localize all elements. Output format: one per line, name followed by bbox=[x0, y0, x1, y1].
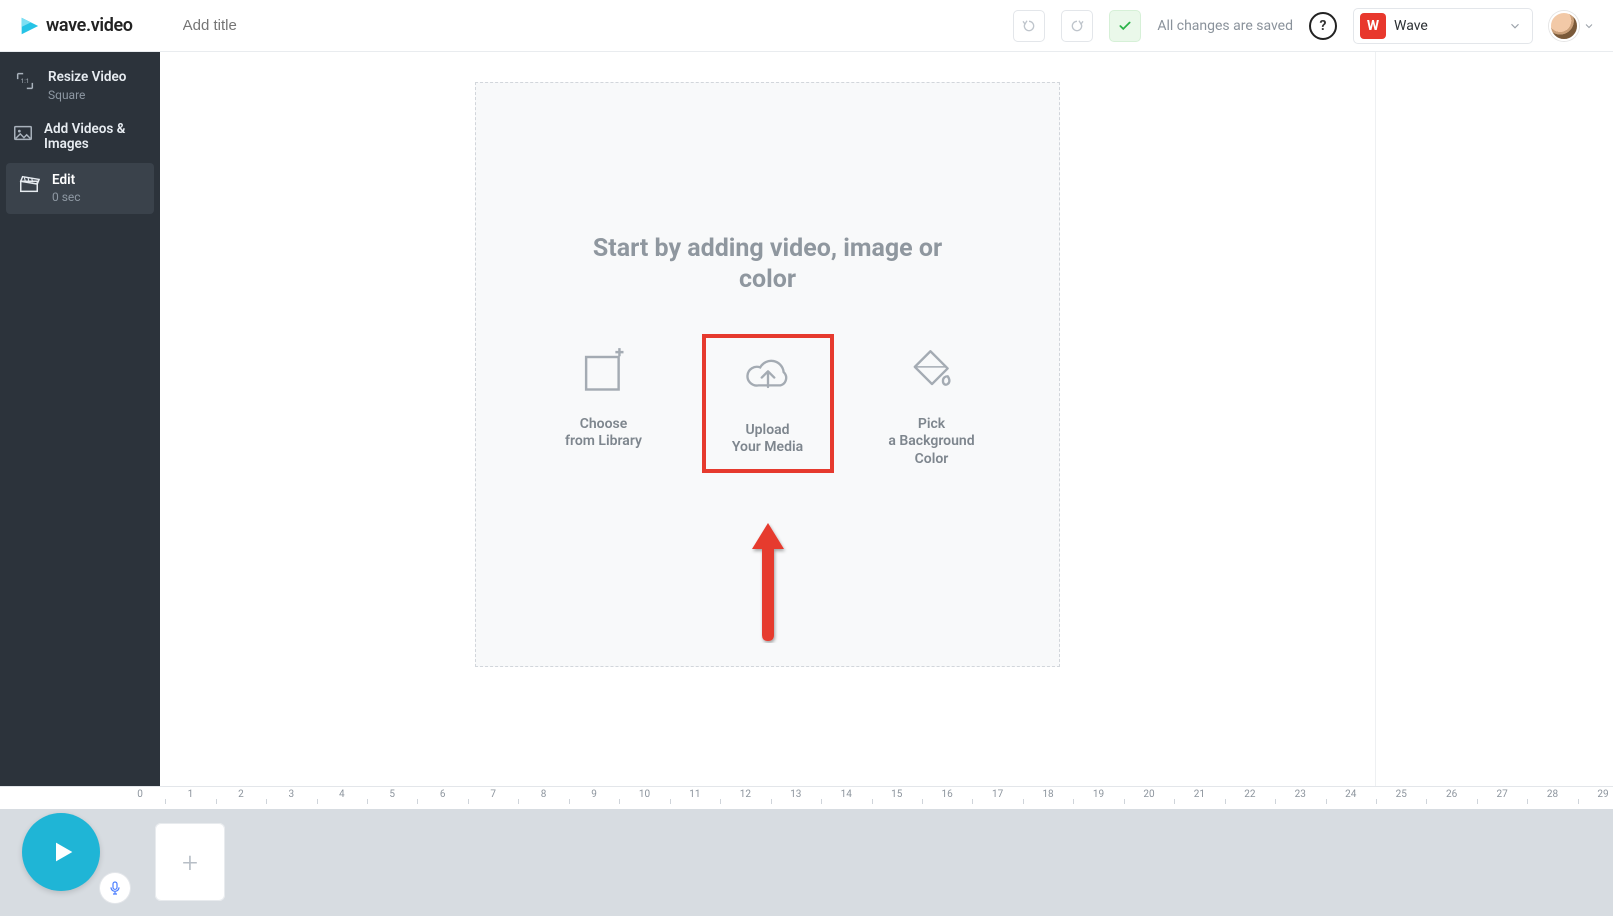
ruler-tick: 15 bbox=[891, 789, 902, 800]
undo-icon bbox=[1021, 18, 1037, 34]
option-line2: Your Media bbox=[732, 439, 803, 455]
workspace-switcher[interactable]: W Wave bbox=[1353, 8, 1533, 44]
image-icon bbox=[12, 122, 34, 144]
ruler-tick: 18 bbox=[1042, 789, 1053, 800]
option-line1: Upload bbox=[745, 422, 789, 438]
ruler-tick: 26 bbox=[1446, 789, 1457, 800]
sidebar-item-add-media[interactable]: Add Videos & Images bbox=[0, 112, 160, 163]
library-add-icon bbox=[578, 344, 630, 396]
ruler-tick: 11 bbox=[689, 789, 700, 800]
ruler-tick: 0 bbox=[137, 789, 143, 800]
ruler-tick: 25 bbox=[1396, 789, 1407, 800]
check-icon bbox=[1118, 19, 1132, 33]
plus-icon: + bbox=[182, 846, 198, 879]
redo-button[interactable] bbox=[1061, 10, 1093, 42]
ruler-tick: 12 bbox=[740, 789, 751, 800]
ruler-tick: 10 bbox=[639, 789, 650, 800]
ruler-tick: 16 bbox=[942, 789, 953, 800]
saved-indicator bbox=[1109, 10, 1141, 42]
ruler-tick: 4 bbox=[339, 789, 345, 800]
aspect-ratio-icon: 1:1 bbox=[14, 70, 36, 92]
ruler-tick: 24 bbox=[1345, 789, 1356, 800]
sidebar-item-resize[interactable]: 1:1 Resize Video Square bbox=[0, 60, 160, 112]
ruler-tick: 21 bbox=[1194, 789, 1205, 800]
paint-bucket-icon bbox=[904, 345, 960, 395]
ruler-tick: 1 bbox=[188, 789, 194, 800]
workspace-name: Wave bbox=[1394, 18, 1500, 34]
app-header: wave.video All changes are saved ? W Wav… bbox=[0, 0, 1613, 52]
option-line1: Choose bbox=[580, 416, 628, 432]
step-sidebar: 1:1 Resize Video Square Add Videos & Ima… bbox=[0, 52, 160, 786]
option-choose-library[interactable]: Choose from Library bbox=[544, 340, 664, 451]
svg-text:1:1: 1:1 bbox=[21, 77, 30, 85]
ruler-tick: 3 bbox=[289, 789, 295, 800]
project-title-input[interactable] bbox=[177, 13, 388, 38]
canvas-empty-options: Choose from Library Upload Your Media bbox=[544, 340, 992, 469]
clapperboard-icon bbox=[18, 173, 40, 195]
voiceover-button[interactable] bbox=[100, 873, 130, 903]
cloud-upload-icon bbox=[739, 351, 797, 401]
add-clip-button[interactable]: + bbox=[155, 823, 225, 901]
option-line2: from Library bbox=[565, 433, 642, 449]
timeline-tracks[interactable]: + bbox=[0, 809, 1613, 916]
redo-icon bbox=[1069, 18, 1085, 34]
ruler-tick: 22 bbox=[1244, 789, 1255, 800]
sidebar-item-edit[interactable]: Edit 0 sec bbox=[6, 163, 154, 215]
canvas-area: Start by adding video, image or color Ch… bbox=[160, 52, 1375, 786]
save-status-text: All changes are saved bbox=[1157, 18, 1293, 34]
chevron-down-icon bbox=[1583, 20, 1595, 32]
sidebar-item-sublabel: Square bbox=[48, 88, 126, 102]
sidebar-item-label: Resize Video bbox=[48, 70, 126, 86]
option-line2: a Background Color bbox=[888, 433, 974, 467]
question-icon: ? bbox=[1320, 18, 1327, 34]
account-menu[interactable] bbox=[1549, 11, 1595, 41]
sidebar-item-sublabel: 0 sec bbox=[52, 190, 81, 204]
play-triangle-icon bbox=[18, 15, 40, 37]
ruler-tick: 20 bbox=[1143, 789, 1154, 800]
ruler-tick: 19 bbox=[1093, 789, 1104, 800]
ruler-tick: 17 bbox=[992, 789, 1003, 800]
ruler-tick: 14 bbox=[841, 789, 852, 800]
ruler-tick: 27 bbox=[1496, 789, 1507, 800]
ruler-tick: 5 bbox=[389, 789, 395, 800]
timeline-ruler[interactable]: 0123456789101112131415161718192021222324… bbox=[0, 787, 1613, 809]
undo-button[interactable] bbox=[1013, 10, 1045, 42]
play-button[interactable] bbox=[22, 813, 100, 891]
ruler-tick: 6 bbox=[440, 789, 446, 800]
workspace-badge: W bbox=[1360, 13, 1386, 39]
ruler-tick: 8 bbox=[541, 789, 547, 800]
ruler-tick: 13 bbox=[790, 789, 801, 800]
ruler-tick: 2 bbox=[238, 789, 244, 800]
brand-logo[interactable]: wave.video bbox=[18, 15, 133, 37]
microphone-icon bbox=[107, 880, 123, 896]
sidebar-item-label: Add Videos & Images bbox=[44, 122, 148, 153]
chevron-down-icon bbox=[1508, 19, 1522, 33]
annotation-arrow-icon bbox=[748, 523, 788, 643]
ruler-tick: 7 bbox=[490, 789, 496, 800]
ruler-tick: 23 bbox=[1295, 789, 1306, 800]
ruler-tick: 29 bbox=[1597, 789, 1608, 800]
avatar bbox=[1549, 11, 1579, 41]
sidebar-item-label: Edit bbox=[52, 173, 81, 189]
brand-text: wave.video bbox=[46, 15, 133, 36]
timeline: 0123456789101112131415161718192021222324… bbox=[0, 786, 1613, 916]
video-canvas[interactable]: Start by adding video, image or color Ch… bbox=[475, 82, 1060, 667]
ruler-tick: 9 bbox=[591, 789, 597, 800]
properties-panel bbox=[1375, 52, 1613, 786]
option-pick-color[interactable]: Pick a Background Color bbox=[872, 340, 992, 469]
main-area: 1:1 Resize Video Square Add Videos & Ima… bbox=[0, 52, 1613, 786]
help-button[interactable]: ? bbox=[1309, 12, 1337, 40]
option-upload-media[interactable]: Upload Your Media bbox=[708, 340, 828, 467]
ruler-tick: 28 bbox=[1547, 789, 1558, 800]
canvas-empty-heading: Start by adding video, image or color bbox=[588, 233, 948, 296]
play-icon bbox=[49, 838, 77, 866]
option-line1: Pick bbox=[918, 416, 945, 432]
